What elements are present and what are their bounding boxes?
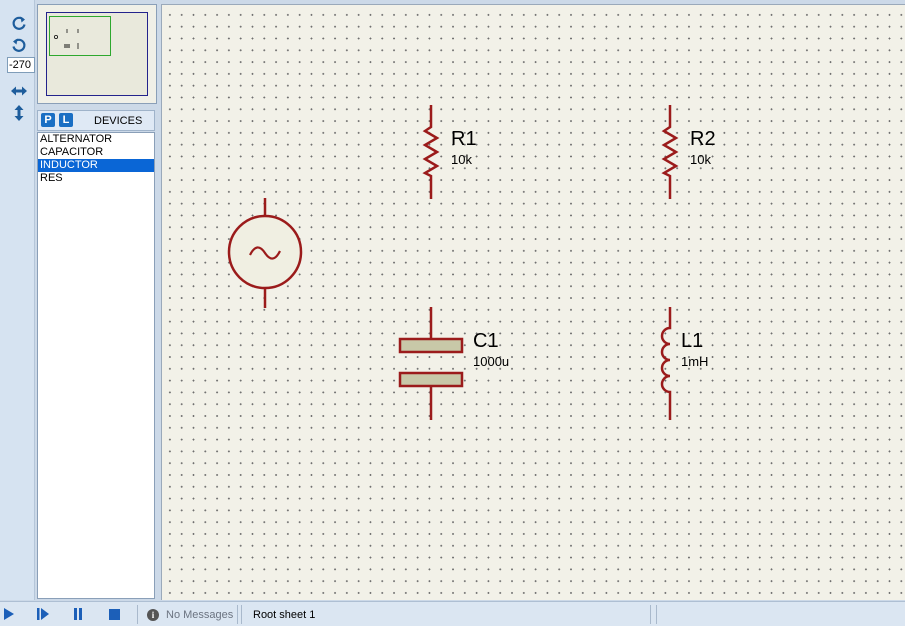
resistor-r1[interactable]: R1 10k [422, 105, 477, 199]
status-separator [137, 605, 138, 624]
overview-viewport[interactable] [49, 16, 111, 56]
sheet-name: Root sheet 1 [253, 609, 316, 621]
alternator-symbol[interactable] [227, 198, 303, 308]
messages-indicator[interactable]: i No Messages [147, 607, 233, 623]
library-manager-button[interactable]: L [59, 113, 73, 127]
messages-label: No Messages [166, 609, 234, 621]
device-item-inductor[interactable]: INDUCTOR [38, 159, 154, 172]
resistor-r2[interactable]: R2 10k [661, 105, 716, 199]
r2-reference: R2 [690, 128, 716, 150]
c1-value: 1000u [473, 354, 509, 369]
l1-reference: L1 [681, 330, 703, 352]
rotate-anticlockwise-icon[interactable] [8, 35, 30, 55]
status-separator [650, 605, 651, 624]
r1-value: 10k [451, 152, 472, 167]
rotation-angle-field[interactable] [7, 57, 35, 73]
rotate-clockwise-icon[interactable] [8, 13, 30, 33]
c1-reference: C1 [473, 330, 499, 352]
l1-value: 1mH [681, 354, 708, 369]
schematic-canvas[interactable]: R1 10k R2 10k C1 1000u L1 1mH [161, 4, 905, 600]
devices-header: P L DEVICES [37, 110, 155, 131]
info-icon: i [147, 609, 159, 621]
status-separator [241, 605, 242, 624]
left-toolbar [0, 0, 35, 600]
capacitor-c1[interactable]: C1 1000u [398, 307, 509, 420]
device-item-alternator[interactable]: ALTERNATOR [38, 133, 154, 146]
r1-reference: R1 [451, 128, 477, 150]
status-bar: i No Messages Root sheet 1 [0, 601, 905, 626]
flip-horizontal-icon[interactable] [8, 81, 30, 101]
stop-icon[interactable] [106, 606, 122, 622]
status-separator [237, 605, 238, 624]
overview-sheet [46, 12, 148, 96]
overview-window[interactable] [37, 4, 157, 104]
device-item-res[interactable]: RES [38, 172, 154, 185]
step-icon[interactable] [35, 606, 51, 622]
flip-vertical-icon[interactable] [8, 103, 30, 123]
pause-icon[interactable] [70, 606, 86, 622]
pick-devices-button[interactable]: P [41, 113, 55, 127]
devices-title: DEVICES [94, 115, 143, 127]
devices-list[interactable]: ALTERNATOR CAPACITOR INDUCTOR RES [37, 132, 155, 599]
play-icon[interactable] [1, 606, 17, 622]
device-item-capacitor[interactable]: CAPACITOR [38, 146, 154, 159]
r2-value: 10k [690, 152, 711, 167]
inductor-l1[interactable]: L1 1mH [660, 307, 708, 420]
status-separator [656, 605, 657, 624]
